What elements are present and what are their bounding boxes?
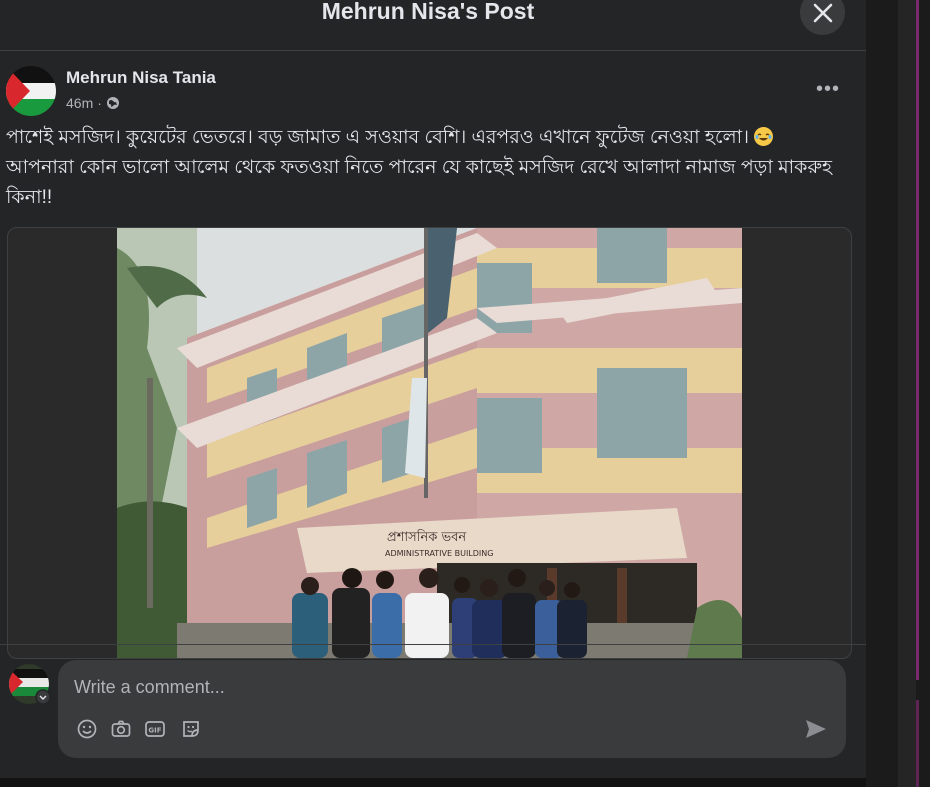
comment-input[interactable] xyxy=(72,674,776,700)
sticker-icon[interactable] xyxy=(180,718,202,740)
building-sign-bangla: প্রশাসনিক ভবন xyxy=(387,529,466,545)
dialog-bottom-edge xyxy=(0,778,866,787)
page-scrollbar-track xyxy=(898,0,916,787)
post-body: পাশেই মসজিদ। কুয়েটের ভেতরে। বড় জামাত এ… xyxy=(6,123,846,213)
user-avatar-icon xyxy=(9,664,51,705)
rolling-laughing-emoji-icon xyxy=(754,127,774,146)
post-dialog: Mehrun Nisa's Post Mehrun Nisa Tania 46m… xyxy=(0,0,866,778)
meta-separator: · xyxy=(97,95,102,111)
author-avatar[interactable] xyxy=(6,66,56,116)
post-meta: 46m · xyxy=(66,95,120,111)
globe-icon[interactable] xyxy=(106,96,120,110)
page-edge-accent-lower xyxy=(916,700,919,787)
post-photo[interactable]: প্রশাসনিক ভবন ADMINISTRATIVE BUILDING xyxy=(117,228,742,658)
dialog-header: Mehrun Nisa's Post xyxy=(0,0,866,51)
post-text-line-2: আপনারা কোন ভালো আলেম থেকে ফতওয়া নিতে পা… xyxy=(6,157,833,208)
current-user-avatar[interactable] xyxy=(9,664,51,706)
post-time[interactable]: 46m xyxy=(66,95,93,111)
post-text-line: পাশেই মসজিদ। কুয়েটের ভেতরে। বড় জামাত এ… xyxy=(6,123,846,153)
more-options-button[interactable]: ••• xyxy=(810,75,846,103)
page-edge-accent xyxy=(916,0,919,680)
dialog-title: Mehrun Nisa's Post xyxy=(321,0,535,24)
camera-icon[interactable] xyxy=(110,718,132,740)
emoji-icon[interactable] xyxy=(76,718,98,740)
gif-icon[interactable]: GIF xyxy=(144,718,166,740)
comment-composer: GIF xyxy=(58,660,846,758)
close-button[interactable] xyxy=(800,0,845,35)
author-name[interactable]: Mehrun Nisa Tania xyxy=(66,68,216,88)
more-horizontal-icon: ••• xyxy=(815,77,840,100)
comment-divider xyxy=(0,644,866,645)
building-sign-english: ADMINISTRATIVE BUILDING xyxy=(385,549,493,558)
svg-text:GIF: GIF xyxy=(148,727,161,735)
palestine-flag-icon xyxy=(6,66,56,116)
post-text-line-1: পাশেই মসজিদ। কুয়েটের ভেতরে। বড় জামাত এ… xyxy=(6,127,749,148)
post-photo-card[interactable]: প্রশাসনিক ভবন ADMINISTRATIVE BUILDING xyxy=(7,227,852,659)
send-icon[interactable] xyxy=(804,718,828,740)
close-icon xyxy=(813,3,832,22)
